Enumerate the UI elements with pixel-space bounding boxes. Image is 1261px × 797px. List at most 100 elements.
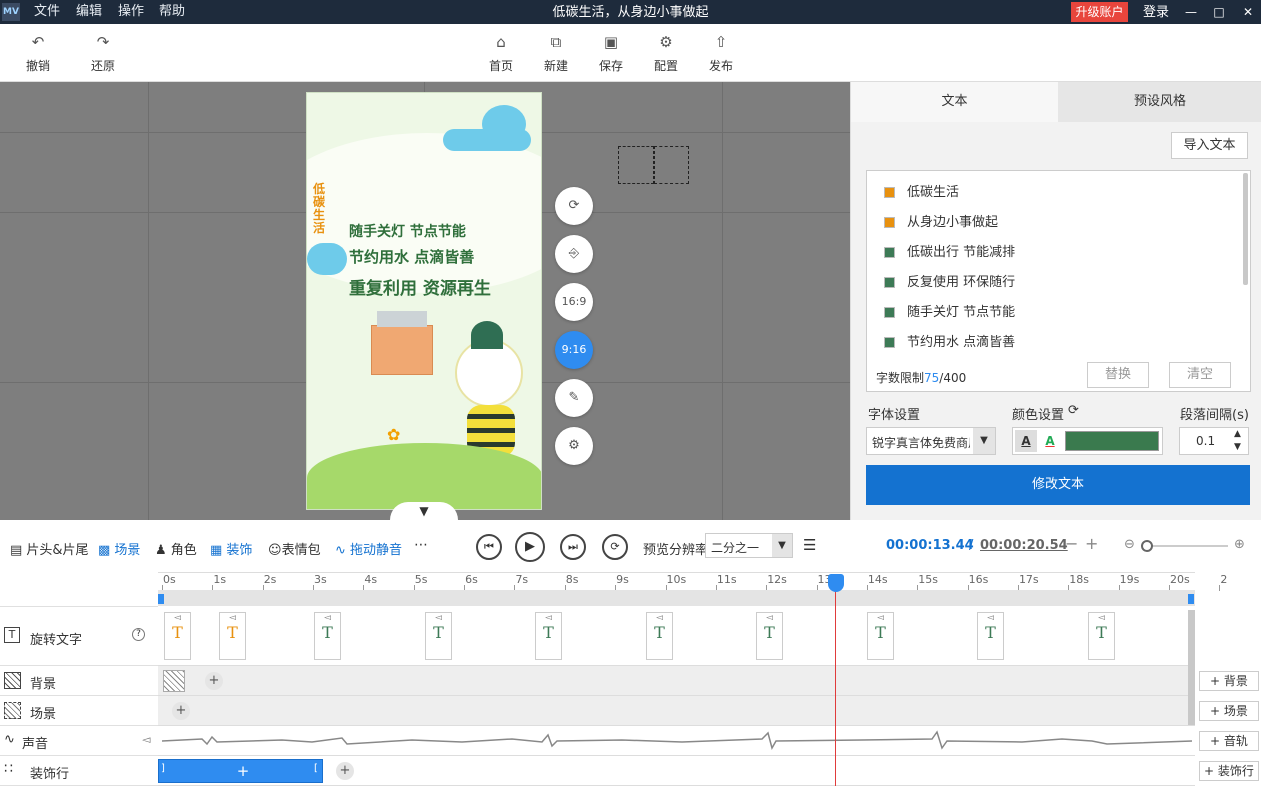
edit-pen-icon[interactable]: ✎ — [555, 379, 593, 417]
scene-lane[interactable] — [158, 696, 1195, 726]
text-clip[interactable]: ◅ T — [977, 612, 1004, 660]
zoom-out-icon[interactable]: ⊖ — [1124, 537, 1135, 552]
clear-button[interactable]: 清空 — [1169, 362, 1231, 388]
background-clip[interactable] — [163, 670, 185, 692]
font-color-icon[interactable]: A — [1015, 430, 1037, 452]
tab-text[interactable]: 文本 — [851, 82, 1058, 122]
close-icon[interactable]: ✕ — [1240, 4, 1256, 20]
save-button[interactable]: ▣ 保存 — [586, 24, 636, 82]
import-text-button[interactable]: 导入文本 — [1171, 132, 1248, 159]
play-icon[interactable]: ▶ — [515, 532, 545, 562]
minus-icon[interactable]: − — [1065, 534, 1078, 553]
rotate-icon[interactable]: ⟳ — [555, 187, 593, 225]
list-item[interactable]: 反复使用 环保随行 — [884, 268, 1015, 298]
ratio-16-9-button[interactable]: 16:9 — [555, 283, 593, 321]
layers-icon[interactable]: ☰ — [803, 536, 816, 554]
text-list[interactable]: 低碳生活 从身边小事做起 低碳出行 节能减排 反复使用 环保随行 随手关灯 节点… — [866, 170, 1251, 392]
poster-preview[interactable]: 低碳生活 随手关灯 节点节能 节约用水 点滴皆善 重复利用 资源再生 ✿ — [306, 92, 542, 510]
new-button[interactable]: ⧉ 新建 — [531, 24, 581, 82]
text-clip[interactable]: ◅ T — [646, 612, 673, 660]
decor-clip[interactable]: ] + [ — [158, 759, 323, 783]
range-end-handle[interactable] — [1188, 594, 1194, 604]
stepper-up-icon[interactable]: ▲ — [1234, 429, 1241, 439]
list-item[interactable]: 低碳生活 — [884, 178, 959, 208]
text-clip[interactable]: ◅ T — [1088, 612, 1115, 660]
add-decor-row-button[interactable]: + 装饰行 — [1199, 761, 1259, 781]
publish-button[interactable]: ⇧ 发布 — [696, 24, 746, 82]
more-icon[interactable]: ⋯ — [414, 537, 428, 553]
mute-tab[interactable]: ∿ 拖动静音 — [335, 539, 402, 558]
home-button[interactable]: ⌂ 首页 — [476, 24, 526, 82]
menu-edit[interactable]: 编辑 — [76, 0, 102, 24]
background-lane[interactable] — [158, 666, 1195, 696]
login-link[interactable]: 登录 — [1143, 0, 1169, 26]
range-start-handle[interactable] — [158, 594, 164, 604]
redo-button[interactable]: ↷ 还原 — [78, 24, 128, 82]
emoji-tab[interactable]: ☺表情包 — [268, 539, 321, 558]
replay-icon[interactable]: ⟳ — [602, 534, 628, 560]
help-icon[interactable]: ? — [132, 628, 145, 641]
color-setting-box[interactable]: A A — [1012, 427, 1163, 455]
scrollbar[interactable] — [1243, 173, 1248, 285]
selection-box[interactable] — [654, 146, 689, 184]
add-background-button[interactable]: + 背景 — [1199, 671, 1259, 691]
text-clip[interactable]: ◅ T — [756, 612, 783, 660]
zoom-in-icon[interactable]: ⊕ — [1234, 537, 1245, 552]
total-time[interactable]: 00:00:20.54 — [980, 538, 1068, 553]
ruler-range-bar[interactable] — [158, 590, 1195, 606]
selection-box[interactable] — [618, 146, 654, 184]
clip-end-handle[interactable]: [ — [314, 763, 318, 774]
speaker-icon[interactable]: ◅ — [142, 733, 150, 746]
text-clip[interactable]: ◅ T — [164, 612, 191, 660]
role-tab[interactable]: ♟ 角色 — [155, 539, 197, 558]
skip-back-icon[interactable]: ⏮ — [476, 534, 502, 560]
text-clip[interactable]: ◅ T — [535, 612, 562, 660]
resolution-select[interactable]: 二分之一 ▼ — [705, 533, 793, 558]
head-tail-tab[interactable]: ▤ 片头&片尾 — [10, 539, 89, 558]
menu-file[interactable]: 文件 — [34, 0, 60, 24]
text-clip[interactable]: ◅ T — [425, 612, 452, 660]
settings-icon[interactable]: ⚙ — [555, 427, 593, 465]
list-item[interactable]: 低碳出行 节能减排 — [884, 238, 1015, 268]
minimize-icon[interactable]: — — [1183, 4, 1199, 20]
tab-preset-style[interactable]: 预设风格 — [1058, 82, 1261, 122]
replace-button[interactable]: 替换 — [1087, 362, 1149, 388]
skip-forward-icon[interactable]: ⏭ — [560, 534, 586, 560]
modify-text-button[interactable]: 修改文本 — [866, 465, 1250, 505]
text-clip[interactable]: ◅ T — [219, 612, 246, 660]
stroke-color-icon[interactable]: A — [1039, 430, 1061, 452]
add-decor-icon[interactable]: + — [336, 762, 354, 780]
text-clip[interactable]: ◅ T — [314, 612, 341, 660]
plus-icon[interactable]: + — [1085, 534, 1098, 553]
timeline-scrollbar[interactable] — [1188, 610, 1195, 725]
stepper-down-icon[interactable]: ▼ — [1234, 442, 1241, 452]
upgrade-button[interactable]: 升级账户 — [1071, 2, 1128, 22]
color-swatch-picker[interactable] — [1065, 431, 1159, 451]
clip-start-handle[interactable]: ] — [161, 763, 165, 774]
refresh-icon[interactable]: ⟳ — [1068, 403, 1079, 418]
menu-operate[interactable]: 操作 — [118, 0, 144, 24]
ratio-9-16-button[interactable]: 9:16 — [555, 331, 593, 369]
add-scene-icon[interactable]: + — [172, 702, 190, 720]
scene-tab[interactable]: ▩ 场景 — [98, 539, 140, 558]
text-clip[interactable]: ◅ T — [867, 612, 894, 660]
list-item[interactable]: 节约用水 点滴皆善 — [884, 328, 1015, 358]
list-item[interactable]: 随手关灯 节点节能 — [884, 298, 1015, 328]
zoom-slider-track[interactable] — [1150, 545, 1228, 547]
spacing-stepper[interactable]: 0.1 ▲ ▼ — [1179, 427, 1249, 455]
add-audio-track-button[interactable]: + 音轨 — [1199, 731, 1259, 751]
canvas-area[interactable]: 低碳生活 随手关灯 节点节能 节约用水 点滴皆善 重复利用 资源再生 ✿ ⟳ ⎆… — [0, 82, 850, 520]
maximize-icon[interactable]: □ — [1211, 4, 1227, 20]
font-select[interactable]: 锐字真言体免费商用 ▼ — [866, 427, 996, 455]
add-scene-button[interactable]: + 场景 — [1199, 701, 1259, 721]
add-icon[interactable]: + — [234, 762, 252, 780]
config-button[interactable]: ⚙ 配置 — [641, 24, 691, 82]
undo-button[interactable]: ↶ 撤销 — [13, 24, 63, 82]
sound-lane[interactable] — [158, 726, 1195, 756]
collapse-chevron-icon[interactable]: ▼ — [390, 502, 458, 520]
list-item[interactable]: 从身边小事做起 — [884, 208, 998, 238]
unlock-icon[interactable]: ⎆ — [555, 235, 593, 273]
decor-tab[interactable]: ▦ 装饰 — [210, 539, 252, 558]
zoom-slider-handle[interactable] — [1141, 540, 1153, 552]
playhead-handle[interactable] — [828, 574, 844, 592]
